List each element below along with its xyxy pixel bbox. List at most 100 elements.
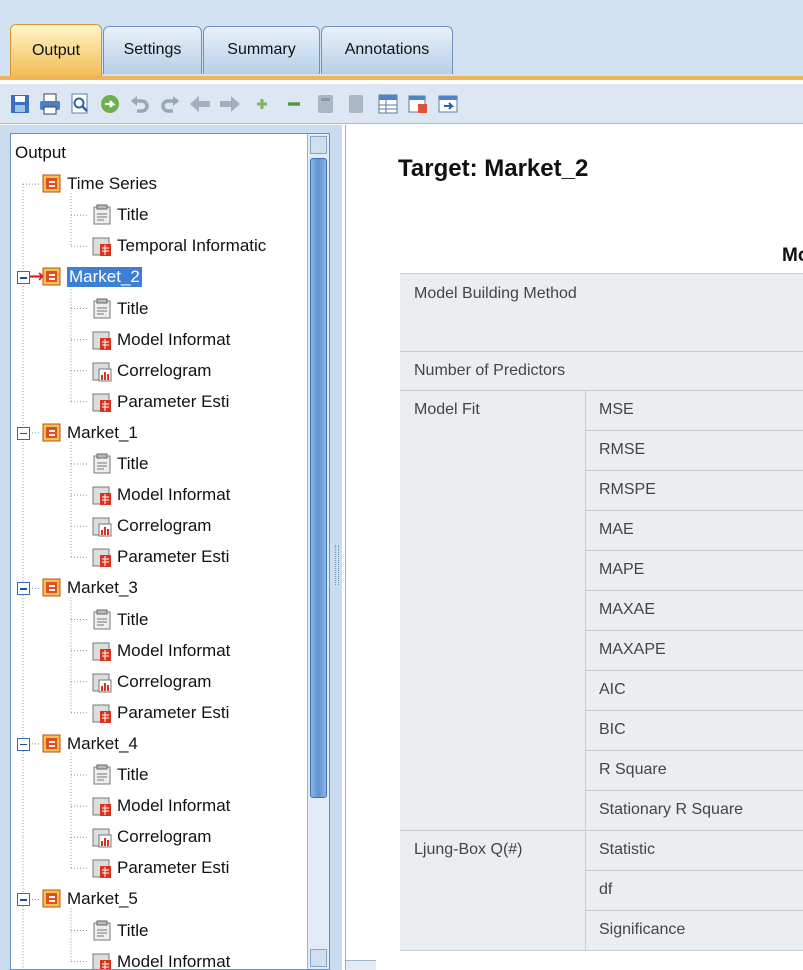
row-group-label bbox=[400, 670, 414, 710]
row-statistic-label: R Square bbox=[599, 761, 667, 778]
splitter-grip[interactable] bbox=[335, 545, 339, 585]
tab-output[interactable]: Output bbox=[10, 24, 102, 76]
tree-node-item[interactable]: Model Informat bbox=[91, 325, 230, 355]
tab-strip: Output Settings Summary Annotations bbox=[0, 0, 803, 80]
paste-icon[interactable] bbox=[344, 92, 368, 116]
output-tree[interactable]: Output Time Series Title Temporal Informati… bbox=[10, 133, 330, 970]
scroll-down-arrow[interactable] bbox=[310, 949, 327, 967]
tab-annotations[interactable]: Annotations bbox=[321, 26, 453, 74]
back-icon[interactable] bbox=[188, 92, 212, 116]
tree-node-item[interactable]: Model Informat bbox=[91, 947, 230, 969]
chart-node-icon bbox=[91, 826, 113, 848]
tree-node-item[interactable]: Time Series bbox=[41, 169, 157, 199]
target-title: Target: Market_2 bbox=[398, 155, 589, 182]
tree-node-model[interactable]: Market_4 bbox=[41, 729, 138, 759]
table-node-icon bbox=[91, 951, 113, 969]
tree-node-model[interactable]: Market_3 bbox=[41, 573, 138, 603]
tree-node-item[interactable]: Model Informat bbox=[91, 791, 230, 821]
tree-node-item[interactable]: Title bbox=[91, 760, 149, 790]
scroll-up-arrow[interactable] bbox=[310, 136, 327, 154]
tree-node-label: Model Informat bbox=[117, 485, 231, 505]
table-node-icon bbox=[91, 391, 113, 413]
row-group-label bbox=[400, 430, 414, 470]
tree-node-label: Title bbox=[117, 765, 149, 784]
tree-node-item[interactable]: Parameter Esti bbox=[91, 853, 229, 883]
table-top-border bbox=[400, 273, 803, 274]
model-node-icon bbox=[41, 888, 63, 910]
collapse-toggle-icon[interactable] bbox=[17, 737, 30, 751]
tree-node-item[interactable]: Title bbox=[91, 916, 149, 946]
collapse-toggle-icon[interactable] bbox=[17, 582, 30, 596]
tree-node-model[interactable]: Market_5 bbox=[41, 884, 138, 914]
tree-node-label: Title bbox=[117, 454, 149, 473]
table-node-icon bbox=[91, 702, 113, 724]
chart-node-icon bbox=[91, 515, 113, 537]
tree-root[interactable]: Output bbox=[15, 138, 66, 168]
row-statistic-label: Statistic bbox=[599, 841, 656, 858]
row-group-label: Ljung-Box Q(#) bbox=[414, 841, 523, 858]
table-icon[interactable] bbox=[376, 92, 400, 116]
chart-node-icon bbox=[91, 360, 113, 382]
tree-node-item[interactable]: Temporal Informatic bbox=[91, 231, 266, 261]
tree-node-item[interactable]: Title bbox=[91, 294, 149, 324]
table-node-icon bbox=[91, 484, 113, 506]
tree-vertical-scrollbar[interactable] bbox=[307, 134, 329, 969]
row-statistic-label: RMSPE bbox=[599, 481, 656, 498]
redo-icon[interactable] bbox=[158, 92, 182, 116]
tree-node-model[interactable]: Market_1 bbox=[41, 418, 138, 448]
tree-node-label: Correlogram bbox=[117, 516, 212, 536]
tree-node-item[interactable]: Model Informat bbox=[91, 480, 230, 510]
title-node-icon bbox=[91, 920, 113, 942]
scroll-thumb[interactable] bbox=[310, 158, 327, 798]
row-group-label bbox=[400, 630, 414, 670]
model-node-icon bbox=[41, 266, 63, 288]
row-group-label bbox=[400, 790, 414, 830]
tree-node-item[interactable]: Model Informat bbox=[91, 636, 230, 666]
tree-node-label: Output bbox=[15, 143, 67, 162]
save-icon[interactable] bbox=[8, 92, 32, 116]
toolbar bbox=[0, 84, 803, 124]
row-statistic-label: BIC bbox=[599, 721, 626, 738]
row-separator bbox=[400, 950, 803, 951]
tree-node-item[interactable]: Correlogram bbox=[91, 356, 211, 386]
tab-settings[interactable]: Settings bbox=[103, 26, 202, 74]
tree-node-label: Parameter Esti bbox=[117, 702, 230, 722]
undo-icon[interactable] bbox=[128, 92, 152, 116]
tree-node-item[interactable]: Correlogram bbox=[91, 822, 211, 852]
collapse-icon[interactable] bbox=[282, 92, 306, 116]
tree-node-item[interactable]: Parameter Esti bbox=[91, 698, 229, 728]
copy-icon[interactable] bbox=[314, 92, 338, 116]
forward-icon[interactable] bbox=[218, 92, 242, 116]
title-node-icon bbox=[91, 298, 113, 320]
row-group-label bbox=[400, 510, 414, 550]
tree-node-item[interactable]: Parameter Esti bbox=[91, 542, 229, 572]
panel-splitter[interactable] bbox=[333, 125, 342, 970]
collapse-toggle-icon[interactable] bbox=[17, 893, 30, 907]
output-content-pane: Target: Market_2 Mo Model Building Metho… bbox=[345, 125, 803, 970]
table-node-icon bbox=[91, 329, 113, 351]
tree-node-item[interactable]: Title bbox=[91, 200, 149, 230]
tab-summary[interactable]: Summary bbox=[203, 26, 320, 74]
tree-node-label: Correlogram bbox=[117, 671, 212, 691]
export-icon[interactable] bbox=[98, 92, 122, 116]
title-node-icon bbox=[91, 204, 113, 226]
tree-node-label: Title bbox=[117, 609, 149, 629]
web-export-icon[interactable] bbox=[436, 92, 460, 116]
tree-node-model[interactable]: Market_2 bbox=[41, 262, 142, 292]
table-node-icon bbox=[91, 546, 113, 568]
expand-icon[interactable] bbox=[250, 92, 274, 116]
row-statistic-label: MAXAE bbox=[599, 601, 656, 618]
tree-node-item[interactable]: Parameter Esti bbox=[91, 387, 229, 417]
preview-icon[interactable] bbox=[68, 92, 92, 116]
tree-node-item[interactable]: Title bbox=[91, 605, 149, 635]
content-horizontal-scrollbar[interactable] bbox=[346, 960, 376, 970]
tree-node-item[interactable]: Title bbox=[91, 449, 149, 479]
tree-node-label: Title bbox=[117, 205, 149, 225]
chart-export-icon[interactable] bbox=[406, 92, 430, 116]
print-icon[interactable] bbox=[38, 92, 62, 116]
row-group-label: Model Fit bbox=[414, 401, 480, 418]
row-statistic-label: Stationary R Square bbox=[599, 801, 744, 818]
tree-node-item[interactable]: Correlogram bbox=[91, 667, 211, 697]
tree-node-item[interactable]: Correlogram bbox=[91, 511, 211, 541]
collapse-toggle-icon[interactable] bbox=[17, 426, 30, 440]
